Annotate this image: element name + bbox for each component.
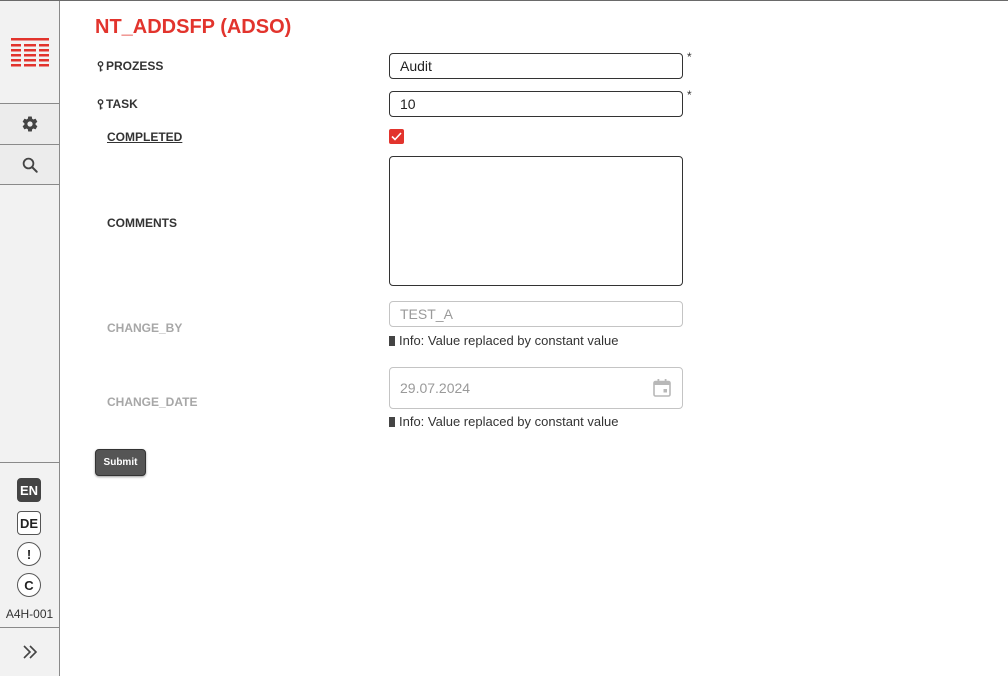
prozess-label-text: PROZESS — [106, 59, 164, 73]
change-date-label: CHANGE_DATE — [107, 395, 198, 409]
search-icon — [22, 157, 38, 173]
double-chevron-right-icon — [22, 645, 37, 659]
language-en-button[interactable]: EN — [17, 478, 41, 502]
expand-sidebar-button[interactable] — [0, 627, 59, 676]
info-marker — [389, 416, 395, 427]
comments-label: COMMENTS — [107, 216, 177, 230]
task-label: TASK — [97, 97, 138, 111]
change-by-input[interactable] — [389, 301, 683, 327]
required-marker: * — [687, 88, 692, 102]
change-date-picker[interactable]: 29.07.2024 — [389, 367, 683, 409]
change-date-info-text: Info: Value replaced by constant value — [399, 414, 619, 429]
change-date-value: 29.07.2024 — [400, 380, 471, 396]
sidebar: EN DE ! C A4H-001 — [0, 1, 60, 676]
prozess-label: PROZESS — [97, 59, 163, 73]
language-de-button[interactable]: DE — [17, 511, 41, 535]
table-logo-icon — [10, 37, 49, 66]
c-button[interactable]: C — [17, 573, 41, 597]
calendar-icon[interactable] — [652, 378, 672, 398]
completed-checkbox[interactable] — [389, 129, 404, 144]
key-icon — [97, 60, 104, 71]
alert-button[interactable]: ! — [17, 542, 41, 566]
task-input[interactable] — [389, 91, 683, 117]
completed-label: COMPLETED — [107, 130, 183, 144]
key-icon — [97, 98, 104, 109]
check-icon — [391, 132, 402, 141]
page-title: NT_ADDSFP (ADSO) — [95, 16, 292, 38]
settings-button[interactable] — [0, 103, 59, 144]
submit-button[interactable]: Submit — [95, 449, 146, 476]
app-logo[interactable] — [0, 1, 59, 104]
required-marker: * — [687, 50, 692, 64]
gear-icon — [22, 116, 37, 132]
system-id: A4H-001 — [5, 607, 54, 621]
task-label-text: TASK — [106, 97, 138, 111]
language-panel: EN DE ! C — [0, 462, 59, 627]
change-by-info: Info: Value replaced by constant value — [389, 333, 618, 348]
prozess-input[interactable] — [389, 53, 683, 79]
change-date-info: Info: Value replaced by constant value — [389, 414, 618, 429]
change-by-label: CHANGE_BY — [107, 321, 183, 335]
info-marker — [389, 335, 395, 346]
search-button[interactable] — [0, 144, 59, 185]
change-by-info-text: Info: Value replaced by constant value — [399, 333, 619, 348]
comments-textarea[interactable] — [389, 156, 683, 286]
